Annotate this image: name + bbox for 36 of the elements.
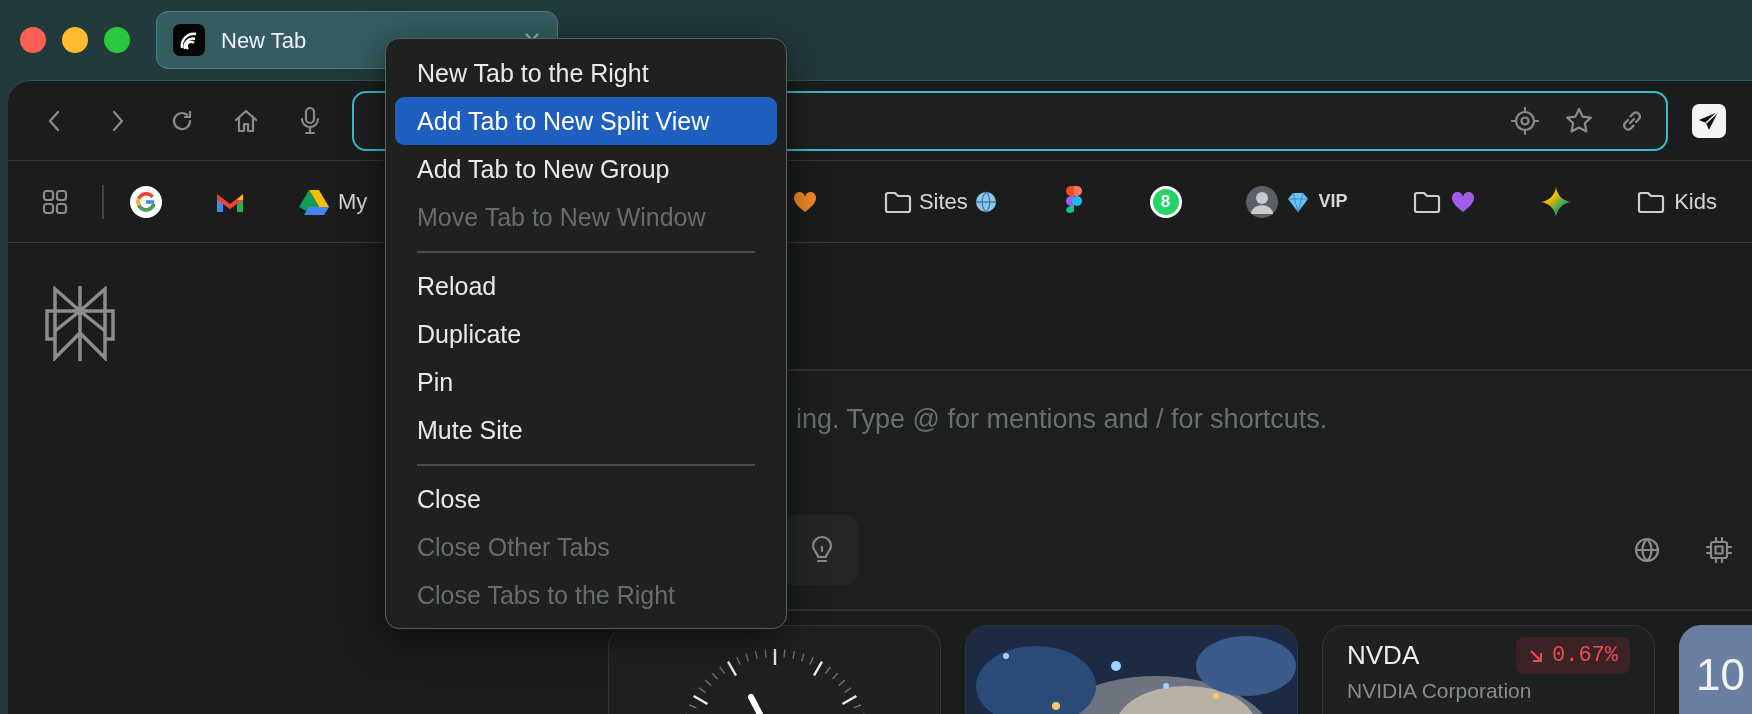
menu-item[interactable]: Reload [395, 262, 777, 310]
change-badge: 0.67% [1516, 637, 1630, 674]
menu-item[interactable]: Add Tab to New Group [395, 145, 777, 193]
heart-icon[interactable] [794, 191, 816, 212]
menu-item[interactable]: Add Tab to New Split View [395, 97, 777, 145]
globe-icon [973, 189, 998, 214]
sparkle-icon[interactable] [1541, 186, 1572, 217]
minimize-button[interactable] [62, 27, 88, 53]
microphone-icon[interactable] [299, 105, 321, 136]
send-icon[interactable] [1692, 103, 1726, 138]
logo-icon [45, 286, 115, 361]
zoom-button[interactable] [104, 27, 130, 53]
widget-value: 10 [1696, 650, 1745, 699]
target-icon[interactable] [1510, 105, 1540, 136]
bookmark-label[interactable]: Sites [918, 185, 968, 218]
diamond-icon [1286, 190, 1311, 213]
bookmark-label[interactable]: My [338, 185, 368, 218]
drive-icon[interactable] [298, 187, 330, 216]
bookmark-label[interactable]: VIP [1318, 188, 1348, 215]
close-button[interactable] [20, 27, 46, 53]
stock-symbol: NVDA [1347, 639, 1420, 672]
bookmark-label[interactable]: Kids [1674, 185, 1717, 218]
apps-icon[interactable] [42, 188, 68, 215]
trend-arrow-icon [1528, 647, 1544, 664]
globe-icon[interactable] [1634, 537, 1660, 563]
star-icon[interactable] [1564, 105, 1594, 136]
back-icon[interactable] [47, 108, 61, 133]
menu-item[interactable]: New Tab to the Right [395, 49, 777, 97]
google-icon[interactable] [130, 185, 162, 218]
forward-icon[interactable] [111, 108, 125, 133]
menu-item[interactable]: Duplicate [395, 310, 777, 358]
avatar-icon[interactable] [1246, 185, 1279, 218]
company-name: NVIDIA Corporation [1347, 678, 1533, 704]
lightbulb-icon [810, 535, 834, 565]
chip-icon[interactable] [1706, 537, 1732, 563]
favicon-icon [173, 24, 205, 56]
